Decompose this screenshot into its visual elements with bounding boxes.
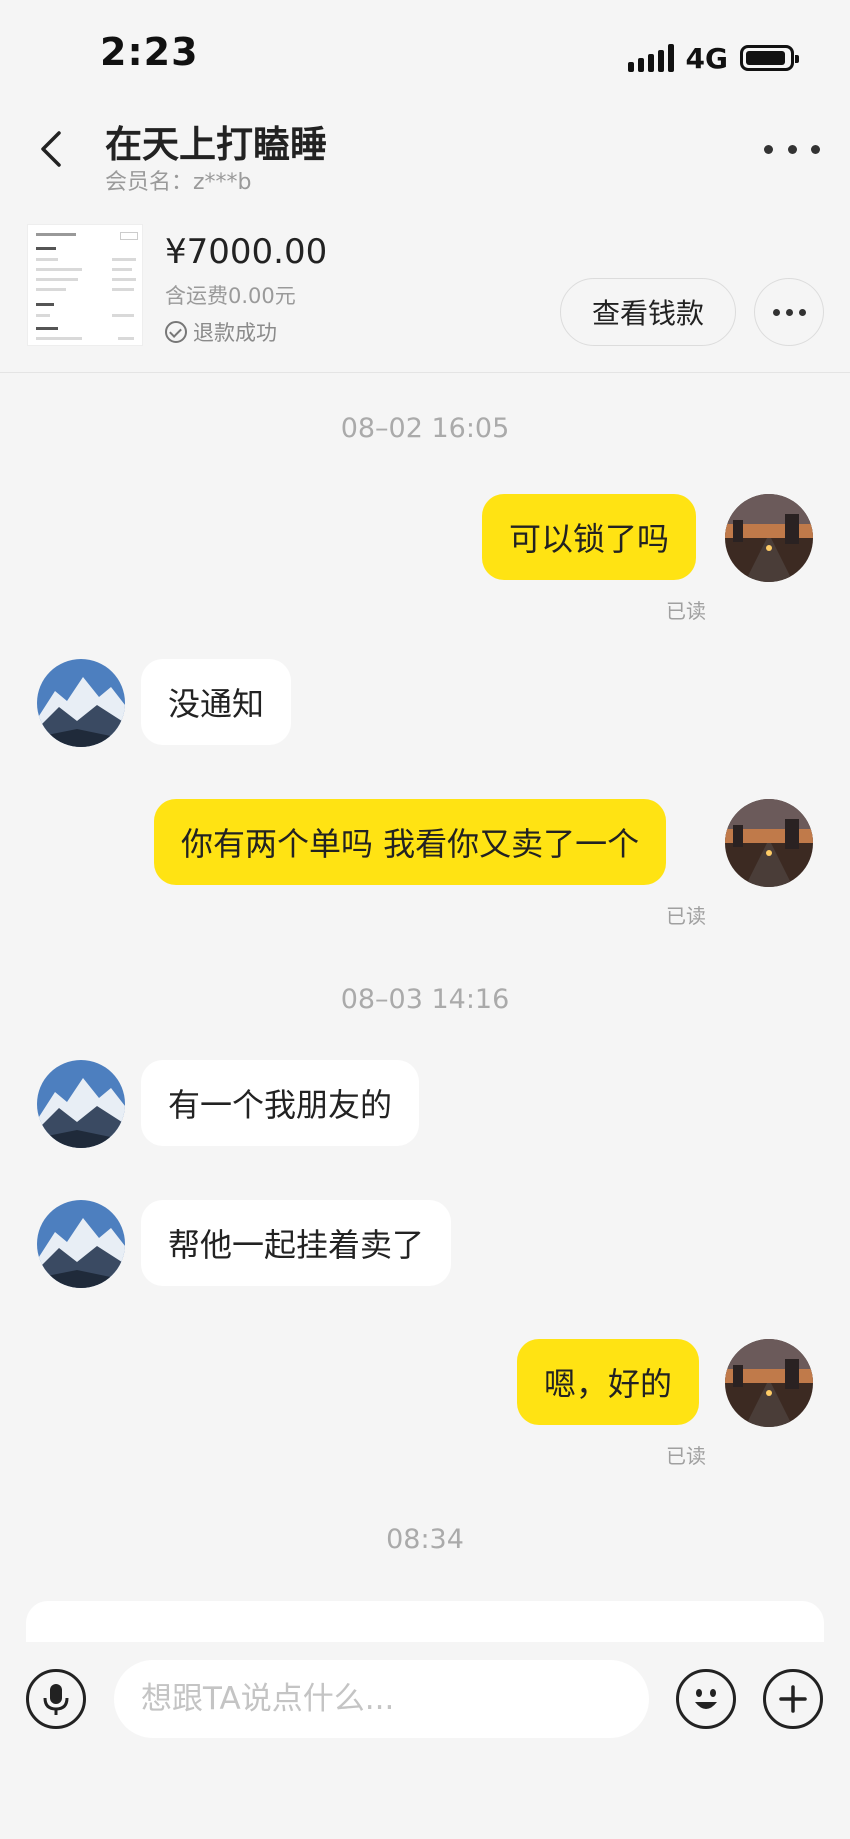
message-input[interactable] xyxy=(114,1660,649,1738)
status-time: 2:23 xyxy=(100,30,199,74)
order-price: ¥7000.00 xyxy=(165,232,328,272)
dot-icon xyxy=(772,308,780,316)
view-payment-button[interactable]: 查看钱款 xyxy=(560,278,736,346)
dot-icon xyxy=(811,144,820,154)
status-bar: 2:23 4G xyxy=(0,0,850,110)
refund-status: 退款成功 xyxy=(165,317,277,347)
voice-button[interactable] xyxy=(26,1669,86,1729)
my-avatar[interactable] xyxy=(725,799,813,887)
my-avatar[interactable] xyxy=(725,494,813,582)
smiley-icon xyxy=(695,1689,717,1709)
input-bar xyxy=(0,1642,850,1839)
dot-icon xyxy=(785,308,793,316)
refund-status-text: 退款成功 xyxy=(193,321,277,345)
more-options-button[interactable] xyxy=(764,134,820,164)
contact-avatar[interactable] xyxy=(37,659,125,747)
contact-message-bubble[interactable]: 帮他一起挂着卖了 xyxy=(141,1200,452,1286)
order-more-button[interactable] xyxy=(754,278,824,346)
mountain-photo-icon xyxy=(37,659,125,747)
road-photo-icon xyxy=(725,494,813,582)
emoji-button[interactable] xyxy=(676,1669,736,1729)
plus-icon xyxy=(779,1685,807,1713)
road-photo-icon xyxy=(725,1339,813,1427)
timestamp: 08:34 xyxy=(386,1524,464,1555)
contact-name: 在天上打瞌睡 xyxy=(105,123,327,166)
status-icons: 4G xyxy=(627,40,799,76)
contact-message-bubble[interactable]: 有一个我朋友的 xyxy=(141,1060,420,1146)
timestamp: 08–02 16:05 xyxy=(340,413,510,444)
shipping-fee: 含运费0.00元 xyxy=(165,284,296,308)
chat-header: 在天上打瞌睡 会员名：z***b xyxy=(0,100,850,210)
read-receipt: 已读 xyxy=(666,599,706,623)
back-button[interactable] xyxy=(28,124,78,174)
my-message-bubble[interactable]: 嗯，好的 xyxy=(517,1339,700,1425)
mountain-photo-icon xyxy=(37,1200,125,1288)
member-name: 会员名：z***b xyxy=(105,170,252,195)
battery-icon xyxy=(740,45,799,71)
read-receipt: 已读 xyxy=(666,1444,706,1468)
my-message-bubble[interactable]: 可以锁了吗 xyxy=(482,494,697,580)
road-photo-icon xyxy=(725,799,813,887)
check-circle-icon xyxy=(165,321,187,343)
timestamp: 08–03 14:16 xyxy=(340,984,510,1015)
contact-avatar[interactable] xyxy=(37,1060,125,1148)
dot-icon xyxy=(787,144,797,154)
contact-avatar[interactable] xyxy=(37,1200,125,1288)
network-type: 4G xyxy=(685,41,728,75)
dot-icon xyxy=(764,144,773,154)
my-avatar[interactable] xyxy=(725,1339,813,1427)
my-message-bubble[interactable]: 你有两个单吗 我看你又卖了一个 xyxy=(154,799,667,885)
chevron-left-icon xyxy=(41,131,61,167)
order-card: ¥7000.00 含运费0.00元 退款成功 查看钱款 xyxy=(0,210,850,373)
signal-icon xyxy=(627,44,674,72)
mountain-photo-icon xyxy=(37,1060,125,1148)
contact-message-bubble[interactable]: 没通知 xyxy=(141,659,292,745)
microphone-icon xyxy=(43,1684,69,1715)
more-actions-button[interactable] xyxy=(763,1669,823,1729)
dot-icon xyxy=(798,308,806,316)
order-thumbnail[interactable] xyxy=(27,224,143,346)
read-receipt: 已读 xyxy=(666,904,706,928)
